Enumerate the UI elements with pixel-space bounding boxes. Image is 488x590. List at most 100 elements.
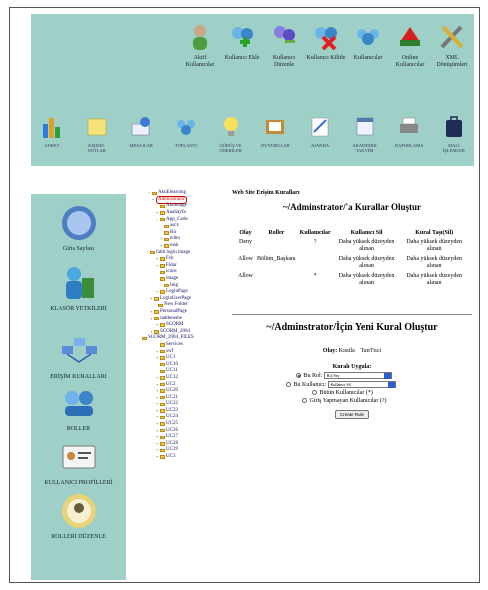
tree-node[interactable]: + UC25 — [136, 421, 228, 428]
folder-icon — [152, 191, 157, 196]
tree-node[interactable]: + UC21 — [136, 394, 228, 401]
tree-node[interactable]: + raddeneme — [136, 315, 228, 322]
tree-node[interactable]: UC11 — [136, 368, 228, 375]
sidebar-item-label: ROLLERİ DÜZENLE — [51, 534, 106, 540]
tree-node[interactable]: + UC20 — [136, 388, 228, 395]
folder-icon — [160, 211, 165, 215]
tree-node[interactable]: + UC27 — [136, 434, 228, 441]
tree-node[interactable]: + UC1 — [136, 355, 228, 362]
tree-node[interactable]: + UC26 — [136, 427, 228, 434]
identifier-option[interactable]: Tan'i'tıci — [361, 348, 381, 354]
sidebar-item-user-profiles[interactable]: KULLANICI PROFİLLERİ — [31, 438, 126, 486]
toolbar-label: Kullanıcı Düzenle — [272, 55, 296, 68]
tree-node[interactable]: ascx — [136, 223, 228, 230]
restrict-option[interactable]: Kısıtla — [339, 348, 355, 354]
toolbar-calendar[interactable]: AKADEMİK TAKVİM — [348, 114, 382, 160]
toolbar-xml[interactable]: XML Dönüşümleri — [431, 22, 473, 88]
tree-node[interactable]: + UC12 — [136, 375, 228, 382]
lock-user-icon — [313, 22, 339, 52]
toolbar-meeting[interactable]: TOPLANTI — [169, 114, 203, 160]
cell-roller: Bölüm_Başkanı — [257, 256, 296, 262]
cell-tasi: Daha yüksek düzeyden alınan — [406, 256, 463, 269]
tree-node[interactable]: SCORM_2004_FILES — [136, 335, 228, 342]
tree-node[interactable]: + UC23 — [136, 408, 228, 415]
network-icon — [60, 332, 98, 370]
sidebar-item-access-rules[interactable]: ERİŞİM KURALLARI — [31, 332, 126, 380]
user-radio[interactable] — [286, 382, 291, 387]
toolbar-finance[interactable]: MALİ İŞLEMLER — [437, 114, 471, 160]
tree-node[interactable]: fatih login image — [136, 249, 228, 256]
tree-node[interactable]: + LoginUserPage — [136, 296, 228, 303]
tree-node[interactable]: + UC3 — [136, 454, 228, 461]
toolbar-users[interactable]: Kullanıcılar — [347, 22, 389, 88]
toolbar-agenda[interactable]: AJANDA — [303, 114, 337, 160]
tree-node[interactable]: Akuimage — [136, 203, 228, 210]
create-rule-button[interactable]: Create Rule — [334, 410, 369, 419]
main-content: Web Site Erişim Kuralları ~/Adminstrator… — [232, 190, 472, 582]
top-toolbar-row: Aktif Kullanıcılar Kullanıcı Ekle Kullan… — [179, 22, 474, 88]
tree-node[interactable]: + UC22 — [136, 401, 228, 408]
meeting-icon — [175, 114, 197, 140]
tree-node[interactable]: UC10 — [136, 361, 228, 368]
tree-node[interactable]: + Fidar — [136, 263, 228, 270]
table-row: Allow Bölüm_Başkanı Daha yüksek düzeyden… — [236, 256, 468, 273]
tree-node[interactable]: + UC2 — [136, 381, 228, 388]
cell-sil: Daha yüksek düzeyden alınan — [338, 239, 395, 252]
active-users-icon — [187, 22, 213, 52]
all-users-radio[interactable] — [312, 390, 317, 396]
tree-node[interactable]: + UC29 — [136, 447, 228, 454]
toolbar-anket[interactable]: ANKET — [35, 114, 69, 160]
toolbar-label: AKADEMİK TAKVİM — [352, 143, 377, 153]
tree-node[interactable]: + UC24 — [136, 414, 228, 421]
tree-node[interactable]: icons — [136, 269, 228, 276]
folder-icon — [158, 303, 163, 308]
tree-node[interactable]: + LoginPage — [136, 289, 228, 296]
all-users-label: Bütün Kullanıcılar (*) — [319, 390, 373, 396]
tree-node[interactable]: Bir — [136, 230, 228, 237]
tree-node[interactable]: + AnaSayfa — [136, 210, 228, 217]
sidebar-item-folder-permissions[interactable]: KLASÖR YETKİLERİ — [31, 264, 126, 312]
table-header-row: Olay Roller Kullanıcılar Kullanıcı Sil K… — [236, 230, 468, 239]
idea-icon — [220, 114, 242, 140]
folder-icon — [160, 343, 165, 347]
sidebar-item-home[interactable]: Giris Sayfası — [31, 204, 126, 252]
tree-node[interactable]: − App_Code — [136, 216, 228, 223]
tree-node[interactable]: + Fck — [136, 256, 228, 263]
toolbar-ideas[interactable]: GÖRÜŞ VE ÖNERİLER — [214, 114, 248, 160]
toolbar-notes[interactable]: KİŞİSEL NOTLAR — [80, 114, 114, 160]
tree-node[interactable]: + essk — [136, 243, 228, 250]
toolbar-online-users[interactable]: Online Kullanıcılar — [389, 22, 431, 88]
toolbar-lock-user[interactable]: Kullanıcı Kilitle — [305, 22, 347, 88]
sidebar-item-edit-roles[interactable]: ROLLERİ DÜZENLE — [31, 492, 126, 540]
header-toolbar: Aktif Kullanıcılar Kullanıcı Ekle Kullan… — [31, 14, 474, 166]
tree-node[interactable]: + PersonalPage — [136, 309, 228, 316]
toolbar-announcements[interactable]: DUYURULAR — [258, 114, 292, 160]
toolbar-add-user[interactable]: Kullanıcı Ekle — [221, 22, 263, 88]
tree-node[interactable]: + SCORM — [136, 322, 228, 329]
toolbar-messages[interactable]: MESAJLAR — [124, 114, 158, 160]
role-radio[interactable] — [296, 373, 301, 378]
anonymous-radio[interactable] — [302, 398, 307, 404]
toolbar-label: Kullanıcılar — [353, 55, 383, 61]
tree-node[interactable]: Img — [136, 282, 228, 289]
tree-node[interactable]: + SCORM_2004 — [136, 328, 228, 335]
left-sidebar: Giris Sayfası KLASÖR YETKİLERİ ERİŞİM KU… — [31, 194, 126, 580]
tree-node[interactable]: + UC28 — [136, 441, 228, 448]
table-row: Deny ? Daha yüksek düzeyden alınan Daha … — [236, 239, 468, 256]
tree-node-selected[interactable]: + Adminstrator — [136, 195, 228, 204]
tree-node[interactable]: Services — [136, 342, 228, 349]
user-select[interactable]: Kullanıcı Sil — [327, 381, 396, 388]
tree-node[interactable]: image — [136, 276, 228, 283]
tree-node[interactable]: + edito — [136, 236, 228, 243]
divider — [232, 314, 472, 315]
toolbar-edit-user[interactable]: Kullanıcı Düzenle — [263, 22, 305, 88]
toolbar-active-users[interactable]: Aktif Kullanıcılar — [179, 22, 221, 88]
cell-tasi: Daha yüksek düzeyden alınan — [406, 273, 463, 286]
tree-node[interactable]: New Folder — [136, 302, 228, 309]
tree-node[interactable]: + swf — [136, 348, 228, 355]
role-select[interactable]: Rol Seç — [323, 372, 392, 379]
cell-sil: Daha yüksek düzeyden alınan — [338, 256, 395, 269]
sidebar-item-roles[interactable]: ROLLER — [31, 384, 126, 432]
toolbar-reports[interactable]: RAPORLAMA — [392, 114, 426, 160]
cell-roller — [255, 239, 298, 256]
